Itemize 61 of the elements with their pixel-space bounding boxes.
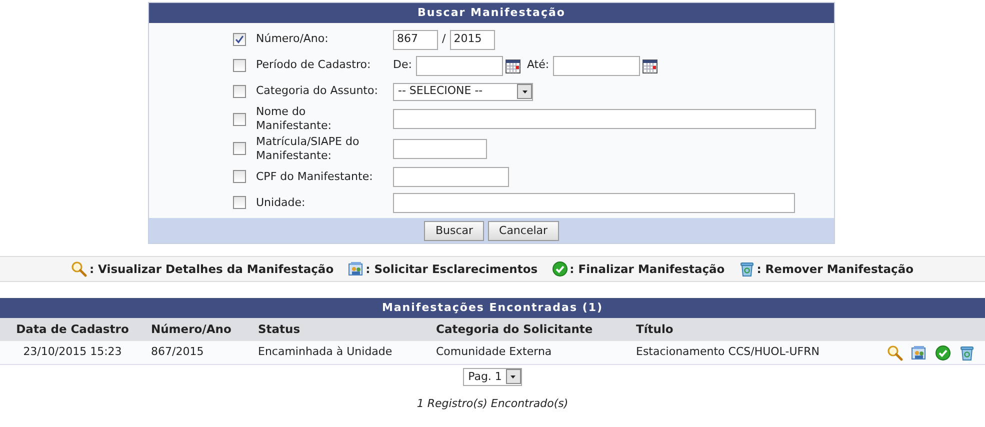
checkbox[interactable]: [233, 33, 246, 46]
legend-text: : Solicitar Esclarecimentos: [366, 260, 538, 278]
table-cell: Comunidade Externa: [430, 341, 630, 364]
field-label: Período de Cadastro:: [256, 58, 372, 73]
input-field[interactable]: [393, 109, 816, 130]
category-select[interactable]: -- SELECIONE --: [393, 82, 533, 100]
document-people-icon: [348, 261, 364, 278]
legend-text: : Remover Manifestação: [756, 260, 914, 278]
range-label: De:: [393, 57, 412, 74]
select-value: -- SELECIONE --: [398, 83, 483, 100]
legend-text: : Finalizar Manifestação: [570, 260, 725, 278]
legend-text: : Visualizar Detalhes da Manifestação: [89, 260, 334, 278]
form-button[interactable]: Buscar: [424, 220, 484, 241]
range-label: Até:: [526, 57, 550, 74]
field-label: Unidade:: [256, 196, 306, 210]
checkbox[interactable]: [233, 196, 246, 210]
checkbox[interactable]: [233, 170, 246, 184]
form-button[interactable]: Cancelar: [488, 220, 559, 241]
document-people-icon[interactable]: [911, 344, 927, 361]
check-icon: [234, 34, 245, 45]
field-label: Nome do Manifestante:: [256, 105, 332, 134]
field-label: Matrícula/SIAPE do Manifestante:: [256, 134, 360, 164]
check-circle-icon[interactable]: [935, 344, 951, 361]
checkbox[interactable]: [233, 142, 246, 156]
column-header: Status: [252, 318, 430, 342]
caret-icon: [509, 372, 518, 381]
field-label: CPF do Manifestante:: [256, 170, 374, 184]
checkbox[interactable]: [233, 59, 246, 72]
column-header: Categoria do Solicitante: [430, 318, 630, 342]
date-field[interactable]: [416, 56, 503, 76]
caret-icon: [520, 88, 528, 96]
table-cell: Encaminhada à Unidade: [252, 341, 430, 364]
page-value: Pag. 1: [468, 368, 502, 385]
results-count: 1 Registro(s) Encontrado(s): [416, 396, 570, 412]
table-cell: 867/2015: [145, 341, 252, 364]
date-field[interactable]: [553, 56, 640, 76]
calendar-icon[interactable]: [642, 58, 658, 74]
check-circle-icon: [552, 261, 568, 278]
trash-icon[interactable]: [959, 344, 975, 361]
separator: /: [442, 31, 446, 48]
input-field[interactable]: [393, 138, 487, 159]
page-select[interactable]: Pag. 1: [463, 368, 522, 386]
checkbox[interactable]: [233, 112, 246, 126]
input-field[interactable]: 2015: [450, 30, 495, 50]
panel-title: Buscar Manifestação: [149, 3, 834, 23]
input-field[interactable]: 867: [393, 30, 438, 50]
column-header: Número/Ano: [145, 318, 252, 342]
field-label: Número/Ano:: [256, 32, 330, 47]
input-field[interactable]: [393, 166, 509, 187]
field-label: Categoria do Assunto:: [256, 84, 379, 99]
checkbox[interactable]: [233, 85, 246, 98]
results-title: Manifestações Encontradas (1): [0, 298, 985, 318]
table-cell: 23/10/2015 15:23: [0, 341, 145, 364]
search-icon: [71, 261, 88, 278]
input-field[interactable]: [393, 192, 795, 213]
column-header: Data de Cadastro: [0, 318, 145, 342]
calendar-icon[interactable]: [504, 58, 521, 74]
column-header: Título: [630, 318, 870, 342]
table-cell: Estacionamento CCS/HUOL-UFRN: [630, 341, 870, 364]
trash-icon: [738, 261, 755, 278]
search-icon[interactable]: [887, 344, 903, 361]
